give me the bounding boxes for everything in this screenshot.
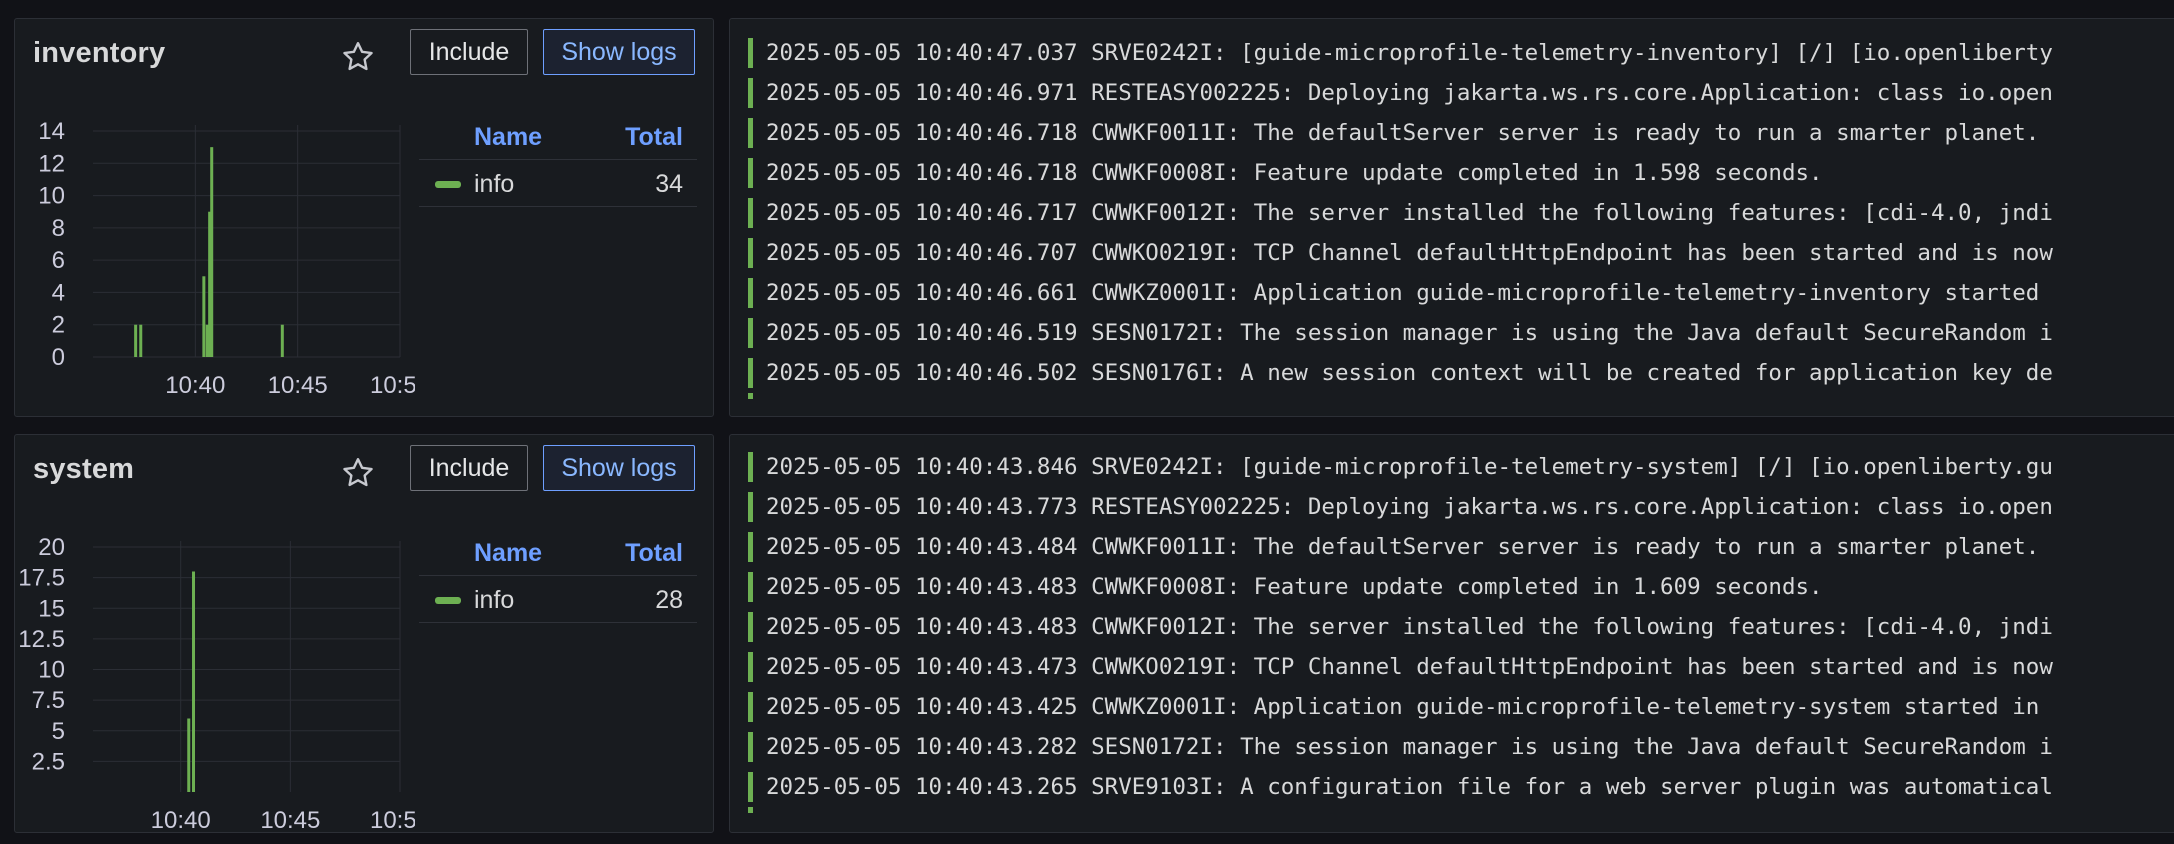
series-color-swatch xyxy=(435,181,461,188)
log-level-bar xyxy=(748,238,753,268)
legend-series-name[interactable]: info xyxy=(474,586,514,615)
log-level-bar xyxy=(748,532,753,562)
log-line[interactable]: 2025-05-05 10:40:43.473 CWWKO0219I: TCP … xyxy=(748,647,2053,687)
x-tick-label: 10:45 xyxy=(260,807,320,833)
legend-col-name[interactable]: Name xyxy=(474,539,542,568)
y-tick-label: 10 xyxy=(38,183,65,210)
legend-table: Name Total info 28 xyxy=(419,523,697,623)
log-level-bar xyxy=(748,452,753,482)
legend-col-total[interactable]: Total xyxy=(625,539,683,568)
x-tick-label: 10:50 xyxy=(370,807,415,833)
legend-row-info[interactable]: info 34 xyxy=(419,160,697,207)
log-line[interactable]: 2025-05-05 10:40:43.483 CWWKF0012I: The … xyxy=(748,607,2053,647)
log-level-bar xyxy=(748,158,753,188)
y-tick-label: 14 xyxy=(38,118,65,145)
y-tick-label: 6 xyxy=(52,247,65,274)
x-tick-label: 10:45 xyxy=(268,372,328,399)
log-line[interactable]: 2025-05-05 10:40:46.718 CWWKF0008I: Feat… xyxy=(748,153,2053,193)
log-level-bar xyxy=(748,198,753,228)
log-level-bar-partial xyxy=(748,807,753,813)
log-line[interactable]: 2025-05-05 10:40:43.846 SRVE0242I: [guid… xyxy=(748,447,2053,487)
series-color-swatch xyxy=(435,597,461,604)
service-panel-inventory: inventory Include Show logs 0 2 4 6 8 10 12 14 1… xyxy=(14,18,714,417)
chart-bar[interactable] xyxy=(202,276,206,357)
log-level-bar-partial xyxy=(748,393,753,399)
y-tick-label: 0 xyxy=(52,344,65,371)
log-line[interactable]: 2025-05-05 10:40:43.484 CWWKF0011I: The … xyxy=(748,527,2053,567)
log-level-bar xyxy=(748,318,753,348)
log-panel-system[interactable]: 2025-05-05 10:40:43.846 SRVE0242I: [guid… xyxy=(729,434,2174,833)
legend-series-total: 34 xyxy=(655,170,683,198)
log-line[interactable]: 2025-05-05 10:40:46.502 SESN0176I: A new… xyxy=(748,353,2053,393)
y-tick-label: 8 xyxy=(52,215,65,242)
log-line[interactable]: 2025-05-05 10:40:46.661 CWWKZ0001I: Appl… xyxy=(748,273,2053,313)
log-level-bar xyxy=(748,612,753,642)
log-level-bar xyxy=(748,38,753,68)
log-lines: 2025-05-05 10:40:47.037 SRVE0242I: [guid… xyxy=(748,33,2053,393)
y-tick-label: 12.5 xyxy=(18,626,65,653)
log-level-bar xyxy=(748,278,753,308)
y-tick-label: 7.5 xyxy=(32,687,65,714)
include-button[interactable]: Include xyxy=(410,445,528,491)
log-line[interactable]: 2025-05-05 10:40:46.707 CWWKO0219I: TCP … xyxy=(748,233,2053,273)
legend-series-total: 28 xyxy=(655,586,683,614)
log-line[interactable]: 2025-05-05 10:40:43.483 CWWKF0008I: Feat… xyxy=(748,567,2053,607)
log-level-bar xyxy=(748,772,753,802)
y-tick-label: 20 xyxy=(38,534,65,561)
log-volume-chart: 0 2 4 6 8 10 12 14 10:40 10:45 10:50 xyxy=(38,118,415,399)
show-logs-button[interactable]: Show logs xyxy=(543,29,695,75)
x-tick-label: 10:40 xyxy=(151,807,211,833)
log-level-bar xyxy=(748,358,753,388)
chart-bar[interactable] xyxy=(134,324,138,357)
y-tick-label: 2 xyxy=(52,312,65,339)
log-line[interactable]: 2025-05-05 10:40:43.773 RESTEASY002225: … xyxy=(748,487,2053,527)
log-level-bar xyxy=(748,692,753,722)
legend-header: Name Total xyxy=(419,107,697,160)
y-tick-label: 4 xyxy=(52,279,65,306)
legend-series-name[interactable]: info xyxy=(474,170,514,199)
legend-col-name[interactable]: Name xyxy=(474,123,542,152)
log-line[interactable]: 2025-05-05 10:40:43.425 CWWKZ0001I: Appl… xyxy=(748,687,2053,727)
x-tick-label: 10:40 xyxy=(165,372,225,399)
show-logs-button[interactable]: Show logs xyxy=(543,445,695,491)
log-line[interactable]: 2025-05-05 10:40:46.717 CWWKF0012I: The … xyxy=(748,193,2053,233)
log-line[interactable]: 2025-05-05 10:40:47.037 SRVE0242I: [guid… xyxy=(748,33,2053,73)
log-volume-chart: 2.5 5 7.5 10 12.5 15 17.5 20 10:40 10:45 10:50 xyxy=(18,534,415,833)
chart-bar[interactable] xyxy=(187,718,191,793)
chart-bar[interactable] xyxy=(139,324,143,357)
include-button[interactable]: Include xyxy=(410,29,528,75)
log-level-bar xyxy=(748,492,753,522)
legend-row-info[interactable]: info 28 xyxy=(419,576,697,623)
y-tick-label: 2.5 xyxy=(32,748,65,775)
log-line[interactable]: 2025-05-05 10:40:46.519 SESN0172I: The s… xyxy=(748,313,2053,353)
log-level-bar xyxy=(748,118,753,148)
log-line[interactable]: 2025-05-05 10:40:46.718 CWWKF0011I: The … xyxy=(748,113,2053,153)
y-tick-label: 5 xyxy=(52,718,65,745)
legend-col-total[interactable]: Total xyxy=(625,123,683,152)
legend-header: Name Total xyxy=(419,523,697,576)
chart-bar[interactable] xyxy=(280,324,284,357)
log-level-bar xyxy=(748,78,753,108)
log-lines: 2025-05-05 10:40:43.846 SRVE0242I: [guid… xyxy=(748,447,2053,807)
y-tick-label: 12 xyxy=(38,150,65,177)
y-tick-label: 10 xyxy=(38,657,65,684)
y-tick-label: 15 xyxy=(38,595,65,622)
legend-table: Name Total info 34 xyxy=(419,107,697,207)
log-level-bar xyxy=(748,732,753,762)
service-panel-system: system Include Show logs 2.5 5 7.5 10 12.5 15… xyxy=(14,434,714,833)
chart-bar[interactable] xyxy=(210,147,214,357)
log-panel-inventory[interactable]: 2025-05-05 10:40:47.037 SRVE0242I: [guid… xyxy=(729,18,2174,417)
chart-bar[interactable] xyxy=(192,571,196,793)
y-tick-label: 17.5 xyxy=(18,565,65,592)
log-line[interactable]: 2025-05-05 10:40:43.265 SRVE9103I: A con… xyxy=(748,767,2053,807)
log-level-bar xyxy=(748,652,753,682)
x-tick-label: 10:50 xyxy=(370,372,415,399)
log-line[interactable]: 2025-05-05 10:40:46.971 RESTEASY002225: … xyxy=(748,73,2053,113)
log-line[interactable]: 2025-05-05 10:40:43.282 SESN0172I: The s… xyxy=(748,727,2053,767)
log-level-bar xyxy=(748,572,753,602)
